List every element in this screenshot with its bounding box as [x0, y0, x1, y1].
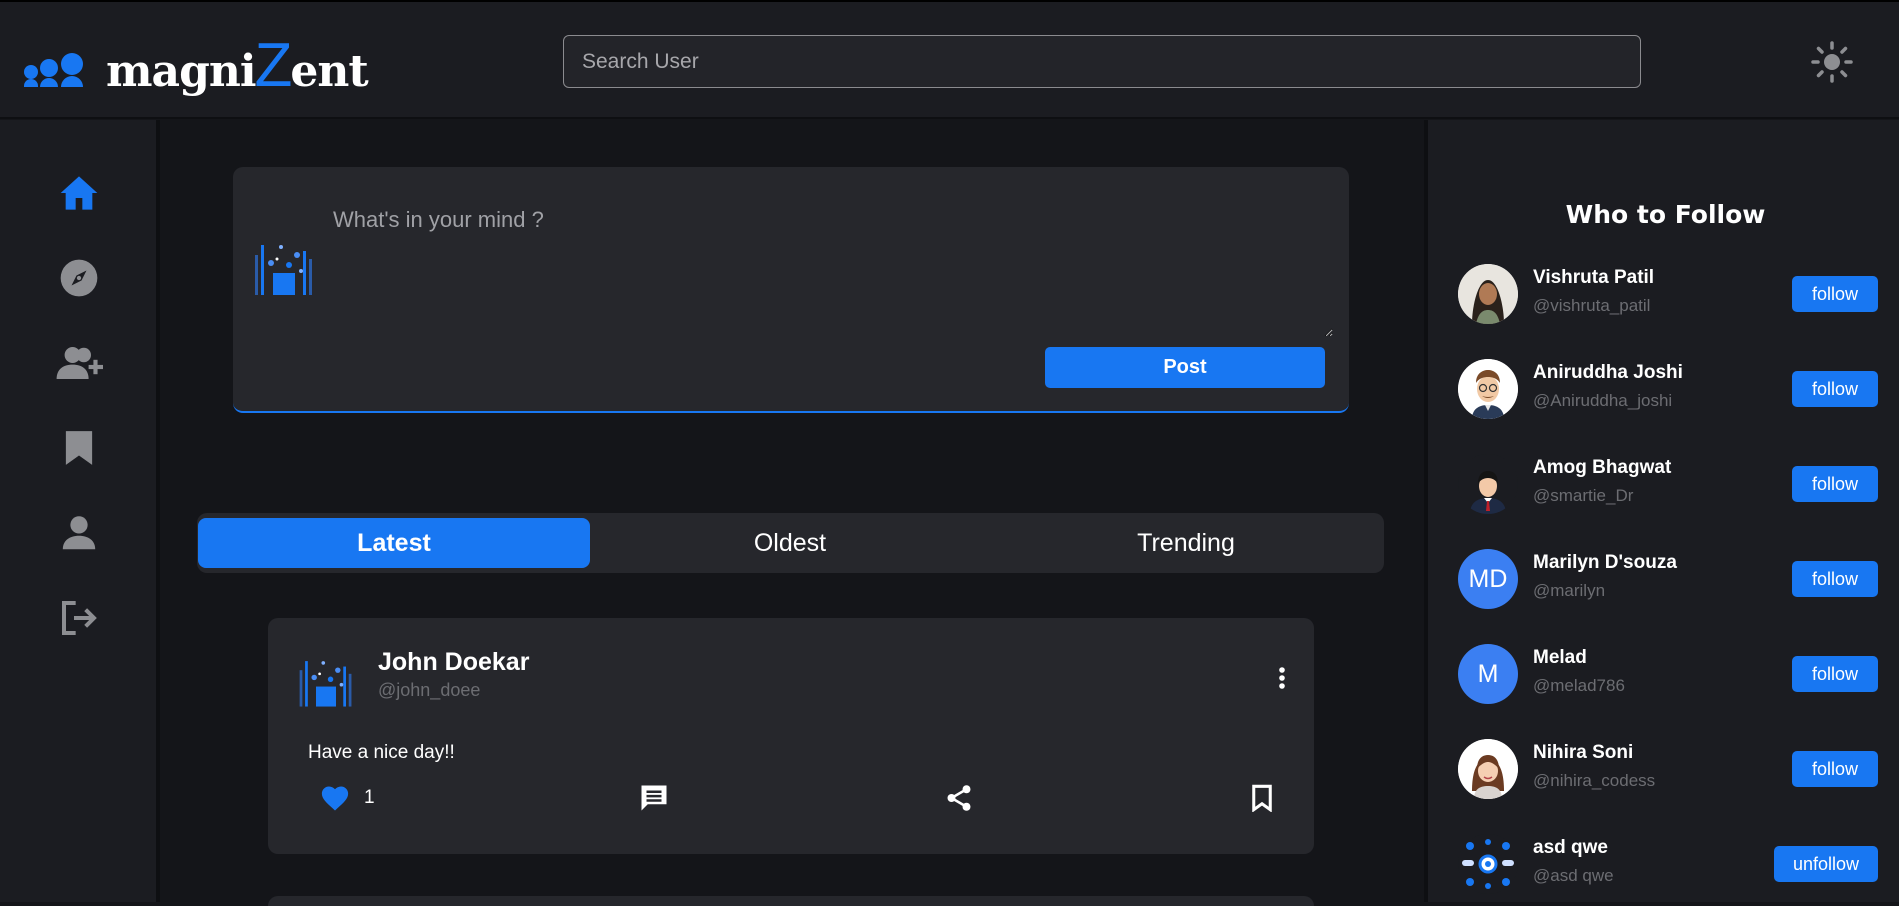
bookmark-post-button[interactable]	[1251, 780, 1273, 816]
sun-icon[interactable]	[1810, 40, 1854, 84]
feed-sort-tabs: Latest Oldest Trending	[197, 513, 1384, 573]
avatar[interactable]	[1458, 264, 1518, 324]
suggestion-handle: @nihira_codess	[1533, 771, 1656, 790]
follow-button[interactable]: follow	[1792, 466, 1878, 502]
app-logo[interactable]: magni Zent	[24, 30, 369, 100]
avatar[interactable]	[1458, 739, 1518, 799]
suggestion-item: Aniruddha Joshi @Aniruddha_joshi follow	[1458, 357, 1878, 421]
post-textarea[interactable]	[333, 207, 1333, 337]
suggestion-name[interactable]: Melad	[1533, 647, 1587, 669]
nav-bookmarks[interactable]	[50, 423, 108, 473]
top-header: magni Zent	[0, 0, 1899, 119]
avatar[interactable]	[1458, 359, 1518, 419]
comment-icon	[641, 785, 667, 811]
nav-home[interactable]	[50, 168, 108, 218]
unfollow-button[interactable]: unfollow	[1774, 846, 1878, 882]
logo-wordmark: magni Zent	[106, 30, 369, 100]
user-avatar[interactable]	[251, 235, 317, 301]
suggestion-handle: @melad786	[1533, 676, 1625, 695]
like-button[interactable]: 1	[320, 780, 375, 816]
heart-icon	[321, 786, 349, 811]
nav-profile[interactable]	[50, 508, 108, 558]
compass-icon	[60, 259, 98, 297]
person-icon	[62, 516, 96, 550]
post-text: Have a nice day!!	[308, 742, 455, 763]
suggestion-handle: @asd qwe	[1533, 866, 1614, 885]
follow-button[interactable]: follow	[1792, 371, 1878, 407]
search-input[interactable]	[563, 35, 1641, 88]
suggestion-item: Amog Bhagwat @smartie_Dr follow	[1458, 452, 1878, 516]
suggestion-handle: @marilyn	[1533, 581, 1606, 600]
post-composer: Post	[233, 167, 1349, 413]
bookmark-icon	[65, 431, 93, 465]
suggestion-item: Vishruta Patil @vishruta_patil follow	[1458, 262, 1878, 326]
post-card: John Doekar @john_doee Have a nice day!!…	[268, 618, 1314, 854]
next-post-card	[268, 896, 1314, 906]
suggestion-handle: @vishruta_patil	[1533, 296, 1651, 315]
follow-button[interactable]: follow	[1792, 656, 1878, 692]
nav-add-user[interactable]	[50, 338, 108, 388]
suggestion-item: asd qwe @asd qwe unfollow	[1458, 832, 1878, 896]
tab-trending[interactable]: Trending	[990, 518, 1382, 568]
suggestion-handle: @smartie_Dr	[1533, 486, 1634, 505]
suggestion-item: MD Marilyn D'souza @marilyn follow	[1458, 547, 1878, 611]
share-button[interactable]	[944, 780, 974, 816]
avatar[interactable]: M	[1458, 644, 1518, 704]
suggestion-handle: @Aniruddha_joshi	[1533, 391, 1673, 410]
tab-oldest[interactable]: Oldest	[594, 518, 986, 568]
logout-icon	[62, 601, 97, 635]
follow-button[interactable]: follow	[1792, 276, 1878, 312]
more-options-icon[interactable]	[1270, 658, 1294, 698]
nav-explore[interactable]	[50, 253, 108, 303]
suggestion-name[interactable]: Vishruta Patil	[1533, 267, 1654, 289]
right-sidebar: Who to Follow Vishruta Patil @vishruta_p…	[1424, 120, 1899, 902]
share-icon	[947, 785, 971, 811]
suggestion-item: M Melad @melad786 follow	[1458, 642, 1878, 706]
bookmark-outline-icon	[1252, 784, 1272, 812]
post-author-handle: @john_doee	[378, 680, 481, 700]
post-button[interactable]: Post	[1045, 347, 1325, 388]
follow-button[interactable]: follow	[1792, 561, 1878, 597]
avatar[interactable]	[1458, 454, 1518, 514]
left-sidebar	[0, 120, 160, 902]
suggestion-name[interactable]: Marilyn D'souza	[1533, 552, 1677, 574]
tab-latest[interactable]: Latest	[198, 518, 590, 568]
avatar[interactable]: MD	[1458, 549, 1518, 609]
like-count: 1	[364, 787, 375, 808]
suggestion-name[interactable]: Amog Bhagwat	[1533, 457, 1671, 479]
comment-button[interactable]	[639, 780, 669, 816]
post-author-avatar[interactable]	[296, 652, 356, 712]
suggestion-name[interactable]: Aniruddha Joshi	[1533, 362, 1683, 384]
who-to-follow-title: Who to Follow	[1565, 200, 1766, 229]
logo-people-icon	[24, 45, 88, 87]
nav-logout[interactable]	[50, 593, 108, 643]
add-user-icon	[56, 347, 103, 379]
avatar[interactable]	[1458, 834, 1518, 894]
suggestion-item: Nihira Soni @nihira_codess follow	[1458, 737, 1878, 801]
suggestion-name[interactable]: asd qwe	[1533, 837, 1608, 859]
home-icon	[60, 176, 98, 210]
post-author-name[interactable]: John Doekar	[378, 648, 529, 677]
follow-button[interactable]: follow	[1792, 751, 1878, 787]
suggestion-name[interactable]: Nihira Soni	[1533, 742, 1633, 764]
